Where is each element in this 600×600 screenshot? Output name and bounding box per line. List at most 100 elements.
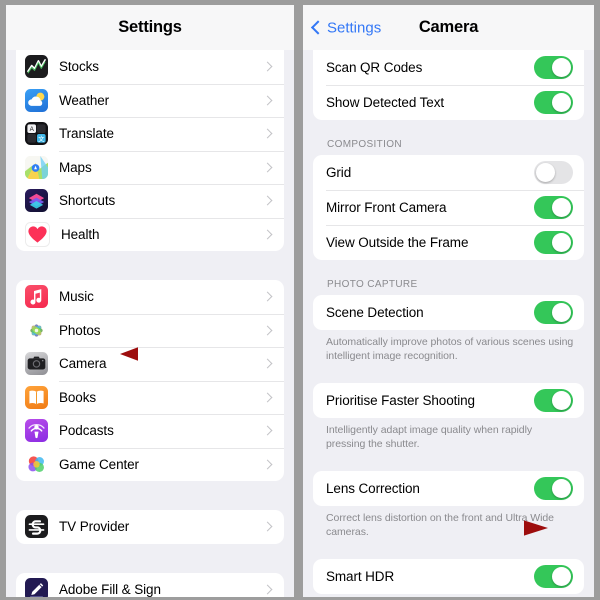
- settings-group: Scene Detection: [313, 295, 584, 330]
- chevron-right-icon: [262, 195, 273, 206]
- settings-row-translate[interactable]: A 文 Translate: [16, 117, 284, 151]
- chevron-right-icon: [262, 95, 273, 106]
- gamecenter-icon: [25, 452, 48, 476]
- adobe-icon: [25, 577, 48, 597]
- stocks-icon: [25, 55, 48, 79]
- page-title: Settings: [118, 18, 182, 36]
- back-button-label: Settings: [327, 19, 382, 36]
- settings-row-label: Weather: [59, 92, 110, 108]
- chevron-right-icon: [262, 128, 273, 139]
- toggle-switch[interactable]: [534, 91, 573, 114]
- settings-row-label: Stocks: [59, 59, 99, 75]
- toggle-row-scan-qr-codes[interactable]: Scan QR Codes: [313, 50, 584, 85]
- settings-row-label: Music: [59, 289, 94, 305]
- settings-group: Scan QR Codes Show Detected Text: [313, 50, 584, 120]
- settings-row-label: Health: [61, 226, 100, 242]
- music-icon: [25, 285, 48, 309]
- toggle-row-label: Scene Detection: [326, 305, 424, 320]
- camera-header: Settings Camera: [303, 5, 594, 50]
- chevron-right-icon: [262, 61, 273, 72]
- chevron-right-icon: [262, 392, 273, 403]
- podcasts-icon: [25, 419, 48, 443]
- settings-row-stocks[interactable]: Stocks: [16, 50, 284, 84]
- settings-header: Settings: [6, 5, 294, 50]
- settings-row-maps[interactable]: Maps: [16, 150, 284, 185]
- settings-row-shortcuts[interactable]: Shortcuts: [16, 184, 284, 218]
- settings-row-label: Maps: [59, 159, 92, 175]
- toggle-switch[interactable]: [534, 477, 573, 500]
- settings-row-label: Adobe Fill & Sign: [59, 581, 161, 597]
- toggle-row-smart-hdr[interactable]: Smart HDR: [313, 559, 584, 594]
- toggle-row-prioritise-faster-shooting[interactable]: Prioritise Faster Shooting: [313, 383, 584, 418]
- toggle-knob: [551, 566, 572, 587]
- settings-row-health[interactable]: Health: [16, 217, 284, 252]
- maps-icon: [25, 155, 48, 179]
- toggle-row-label: Mirror Front Camera: [326, 200, 447, 215]
- toggle-switch[interactable]: [534, 565, 573, 588]
- toggle-knob: [551, 478, 572, 499]
- settings-row-weather[interactable]: Weather: [16, 83, 284, 118]
- settings-row-label: Books: [59, 389, 97, 405]
- settings-row-label: Photos: [59, 322, 101, 338]
- photos-icon: [25, 318, 48, 342]
- toggle-row-label: Smart HDR: [326, 569, 395, 584]
- toggle-row-grid[interactable]: Grid: [313, 155, 584, 190]
- settings-row-books[interactable]: Books: [16, 380, 284, 415]
- settings-row-tv-provider[interactable]: TV Provider: [16, 510, 284, 544]
- page-title: Camera: [418, 18, 479, 36]
- toggle-switch[interactable]: [534, 389, 573, 412]
- back-button[interactable]: Settings: [310, 19, 382, 36]
- settings-row-adobe-fill-sign[interactable]: Adobe Fill & Sign: [16, 573, 284, 597]
- section-header: PHOTO CAPTURE: [327, 279, 418, 290]
- chevron-right-icon: [262, 521, 273, 532]
- toggle-switch[interactable]: [534, 161, 573, 184]
- toggle-row-label: Show Detected Text: [326, 95, 445, 110]
- settings-row-game-center[interactable]: Game Center: [16, 447, 284, 482]
- settings-group: Music Photos Camera Books Podcasts Game Cente…: [16, 280, 284, 481]
- toggle-row-show-detected-text[interactable]: Show Detected Text: [313, 85, 584, 120]
- section-footer: Intelligently adapt image quality when r…: [326, 424, 533, 450]
- settings-row-photos[interactable]: Photos: [16, 313, 284, 348]
- toggle-switch[interactable]: [534, 56, 573, 79]
- settings-group: Smart HDR: [313, 559, 584, 594]
- chevron-right-icon: [262, 358, 273, 369]
- chevron-right-icon: [262, 325, 273, 336]
- settings-group: Grid Mirror Front Camera View Outside the …: [313, 155, 584, 260]
- settings-row-label: Podcasts: [59, 423, 114, 439]
- settings-row-label: Translate: [59, 126, 114, 142]
- health-icon: [25, 221, 50, 247]
- svg-text:文: 文: [38, 134, 45, 143]
- camera-scroll-area[interactable]: Scan QR Codes Show Detected Text COMPOSITI…: [303, 50, 594, 597]
- toggle-knob: [551, 92, 572, 113]
- settings-group: Prioritise Faster Shooting: [313, 383, 584, 418]
- toggle-knob: [551, 390, 572, 411]
- toggle-switch[interactable]: [534, 231, 573, 254]
- settings-row-podcasts[interactable]: Podcasts: [16, 414, 284, 448]
- chevron-right-icon: [262, 584, 273, 595]
- settings-row-label: Shortcuts: [59, 193, 116, 209]
- toggle-switch[interactable]: [534, 301, 573, 324]
- toggle-switch[interactable]: [534, 196, 573, 219]
- settings-row-label: Camera: [59, 356, 107, 372]
- toggle-knob: [535, 162, 556, 183]
- toggle-row-view-outside-the-frame[interactable]: View Outside the Frame: [313, 225, 584, 260]
- toggle-row-mirror-front-camera[interactable]: Mirror Front Camera: [313, 190, 584, 225]
- toggle-row-scene-detection[interactable]: Scene Detection: [313, 295, 584, 330]
- settings-group: Lens Correction: [313, 471, 584, 506]
- settings-group: Adobe Fill & Sign: [16, 572, 284, 597]
- toggle-row-lens-correction[interactable]: Lens Correction: [313, 471, 584, 506]
- settings-row-camera[interactable]: Camera: [16, 347, 284, 381]
- section-footer: Correct lens distortion on the front and…: [326, 512, 554, 538]
- toggle-row-label: Scan QR Codes: [326, 60, 423, 75]
- settings-scroll-area[interactable]: Stocks Weather A 文 Translate Maps Shortcuts Hea…: [6, 50, 294, 597]
- tvprovider-icon: [25, 515, 48, 539]
- settings-row-music[interactable]: Music: [16, 280, 284, 314]
- chevron-right-icon: [262, 291, 273, 302]
- settings-group: TV Provider: [16, 510, 284, 544]
- section-header: COMPOSITION: [327, 139, 402, 150]
